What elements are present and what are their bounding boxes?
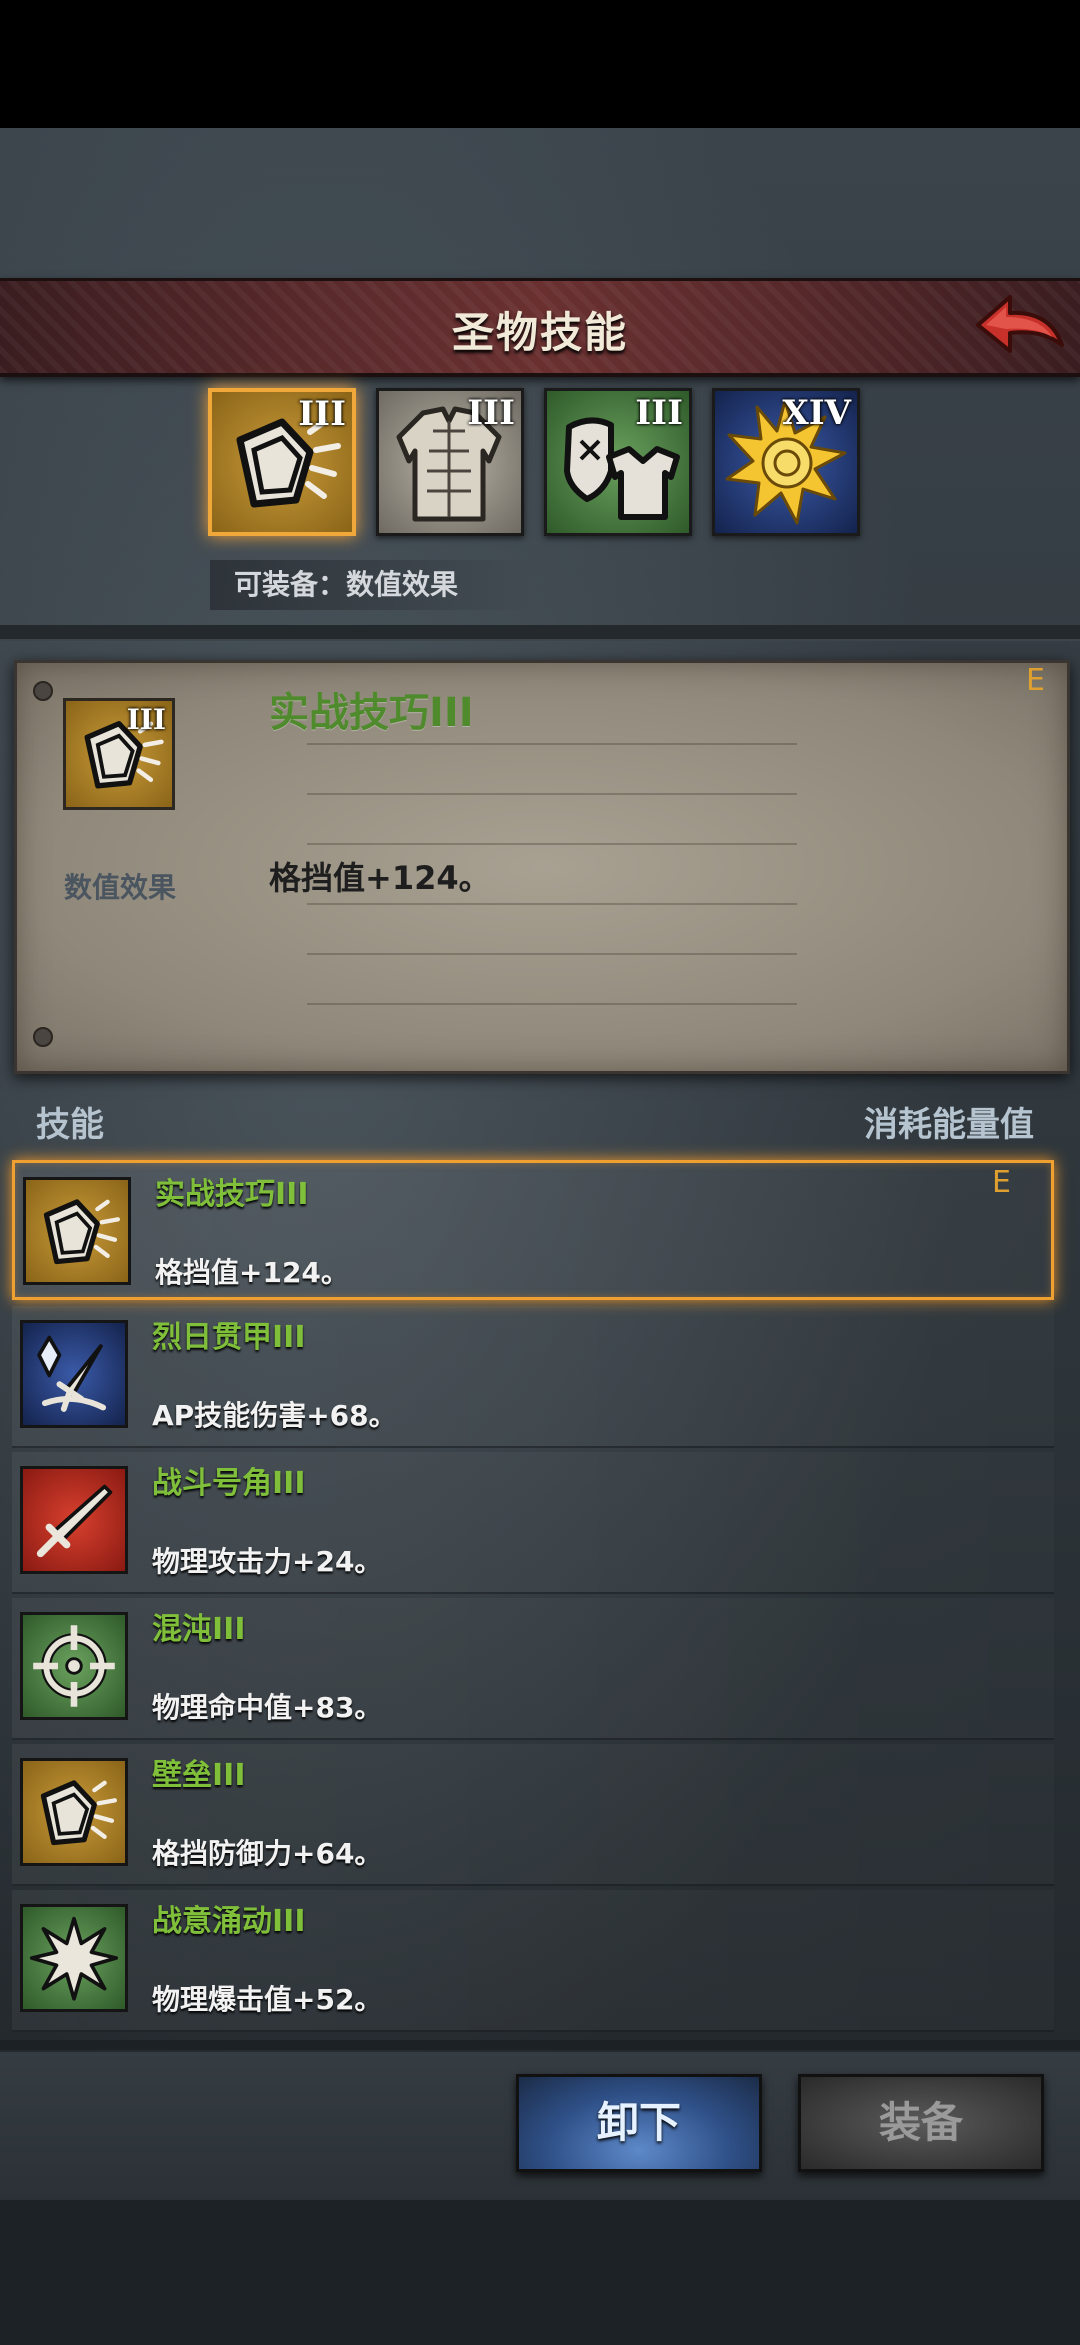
relic-level: III (467, 393, 515, 433)
detail-skill-name: 实战技巧III (269, 690, 474, 736)
skill-icon (23, 1177, 131, 1285)
unequip-button[interactable]: 卸下 (516, 2074, 762, 2172)
rivet (33, 1027, 53, 1047)
divider (0, 625, 1080, 641)
detail-level: III (126, 703, 166, 736)
divider (307, 793, 797, 795)
skill-row[interactable]: 混沌III 物理命中值+83。 (12, 1598, 1054, 1740)
crosshair-icon (33, 1625, 115, 1707)
status-bar-area (0, 0, 1080, 128)
skill-icon (20, 1612, 128, 1720)
relic-level: XIV (782, 393, 851, 433)
skill-description: 物理爆击值+52。 (152, 1983, 383, 2016)
equippable-type-label: 可装备：数值效果 (210, 560, 534, 610)
detail-skill-effect: 格挡值+124。 (269, 859, 491, 897)
divider (307, 843, 797, 845)
divider (307, 903, 797, 905)
skill-icon (20, 1758, 128, 1866)
shield-icon (40, 1780, 117, 1846)
skill-description: 物理攻击力+24。 (152, 1545, 383, 1578)
skill-detail-panel: III 数值效果 实战技巧III 格挡值+124。 E (14, 660, 1070, 1074)
footer-bar: 卸下 装备 (0, 2052, 1080, 2200)
back-arrow-icon (976, 295, 1064, 353)
relic-level: III (298, 394, 346, 434)
skill-description: 格挡值+124。 (155, 1256, 349, 1289)
skill-name: 壁垒III (152, 1758, 246, 1793)
burst-icon (29, 1916, 119, 2001)
skill-icon (20, 1904, 128, 2012)
divider (0, 2040, 1080, 2050)
skill-description: 物理命中值+83。 (152, 1691, 383, 1724)
skill-description: AP技能伤害+68。 (152, 1399, 397, 1432)
skill-row[interactable]: 战斗号角III 物理攻击力+24。 (12, 1452, 1054, 1594)
relic-slot-4[interactable]: XIV (712, 388, 860, 536)
sword-icon (36, 1484, 113, 1558)
crystal-sword-icon (37, 1335, 107, 1412)
list-header-energy: 消耗能量值 (864, 1105, 1034, 1145)
skill-description: 格挡防御力+64。 (152, 1837, 383, 1870)
skill-row[interactable]: 实战技巧III 格挡值+124。 E (12, 1160, 1054, 1300)
equipped-marker: E (1026, 663, 1045, 698)
detail-category: 数值效果 (63, 871, 176, 904)
relic-slot-2[interactable]: III (376, 388, 524, 536)
divider (307, 953, 797, 955)
skill-name: 战斗号角III (152, 1466, 306, 1501)
skill-name: 混沌III (152, 1612, 246, 1647)
skill-icon (20, 1466, 128, 1574)
skill-row[interactable]: 战意涌动III 物理爆击值+52。 (12, 1890, 1054, 2032)
skill-row[interactable]: 壁垒III 格挡防御力+64。 (12, 1744, 1054, 1886)
skill-name: 实战技巧III (155, 1177, 309, 1212)
equipped-marker: E (992, 1165, 1011, 1200)
back-button[interactable] (970, 287, 1070, 367)
divider (307, 1003, 797, 1005)
shield-icon (43, 1199, 120, 1265)
detail-skill-icon: III (63, 698, 175, 810)
relic-slot-1[interactable]: III (208, 388, 356, 536)
relic-slot-3[interactable]: III (544, 388, 692, 536)
skill-name: 战意涌动III (152, 1904, 306, 1939)
equip-button[interactable]: 装备 (798, 2074, 1044, 2172)
relic-selector: III III III XIV (208, 388, 873, 543)
bottom-bar (0, 2200, 1080, 2345)
page-title: 圣物技能 (451, 308, 628, 357)
rivet (33, 681, 53, 701)
divider (307, 743, 797, 745)
relic-level: III (635, 393, 683, 433)
list-header-skill: 技能 (36, 1105, 104, 1145)
skill-name: 烈日贯甲III (152, 1320, 306, 1355)
title-bar: 圣物技能 (0, 278, 1080, 377)
skill-row[interactable]: 烈日贯甲III AP技能伤害+68。 (12, 1306, 1054, 1448)
skill-icon (20, 1320, 128, 1428)
